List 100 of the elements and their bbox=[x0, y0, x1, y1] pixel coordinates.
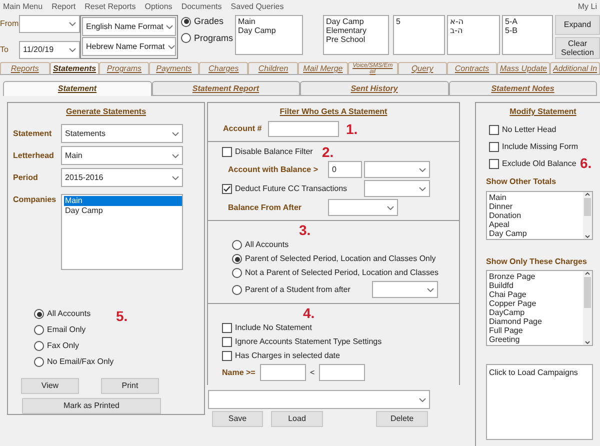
radio-label: Fax Only bbox=[47, 340, 80, 352]
field-label: Account # bbox=[223, 123, 263, 135]
section-title: Filter Who Gets A Statement bbox=[280, 106, 388, 118]
input-field[interactable]: 0 bbox=[328, 161, 362, 178]
menu-item[interactable]: Options bbox=[144, 1, 172, 13]
list-item[interactable]: Main bbox=[238, 17, 302, 26]
tab[interactable]: Reports bbox=[0, 62, 50, 74]
tab[interactable]: Statements bbox=[50, 62, 100, 74]
checkbox-label: Deduct Future CC Transactions bbox=[235, 182, 348, 194]
list-item[interactable]: Chai Page bbox=[489, 290, 583, 299]
checkbox-label: Include No Statement bbox=[235, 322, 312, 334]
campaigns-box[interactable]: Click to Load Campaigns bbox=[486, 364, 593, 440]
list-item[interactable]: Elementary bbox=[326, 26, 388, 35]
section-title: Modify Statement bbox=[510, 106, 576, 118]
radio-label: Parent of a Student from after bbox=[245, 284, 350, 296]
radio-label: Programs bbox=[194, 32, 234, 45]
list-item[interactable]: Day Camp bbox=[489, 229, 583, 238]
field-label: To bbox=[0, 44, 10, 56]
dropdown[interactable]: 2015-2016 bbox=[61, 168, 183, 187]
list-item[interactable]: Pre School bbox=[326, 35, 388, 44]
tab[interactable]: Mass Update bbox=[496, 62, 550, 74]
menu-item[interactable]: Report bbox=[52, 1, 76, 13]
checkbox-label: Has Charges in selected date bbox=[235, 350, 340, 362]
step-number: 1. bbox=[346, 122, 358, 136]
list-item[interactable]: DayCamp bbox=[489, 308, 583, 317]
list-item[interactable]: 5-A bbox=[505, 17, 552, 26]
step-number: 2. bbox=[322, 145, 334, 159]
tab[interactable]: Mail Merge bbox=[298, 62, 348, 74]
button[interactable]: View bbox=[21, 378, 79, 394]
tab[interactable]: Programs bbox=[99, 62, 150, 74]
expand-button[interactable]: Expand bbox=[555, 15, 600, 35]
list-item[interactable]: Donation bbox=[489, 211, 583, 220]
list-item[interactable]: 5-B bbox=[505, 26, 552, 35]
step-number: 3. bbox=[299, 223, 312, 237]
tab[interactable]: Children bbox=[248, 62, 298, 74]
field-label: Statement bbox=[12, 128, 53, 140]
list-item[interactable]: Day Camp bbox=[64, 206, 182, 216]
button[interactable]: Save bbox=[212, 411, 263, 427]
list-item[interactable]: Buildfd bbox=[489, 281, 583, 290]
list-item[interactable]: ה-ב bbox=[450, 26, 499, 35]
field-label: Name >= bbox=[222, 366, 256, 378]
list-item[interactable]: Full Page bbox=[489, 326, 583, 335]
button[interactable]: Load bbox=[271, 411, 323, 427]
menu-item[interactable]: Documents bbox=[181, 1, 222, 13]
dropdown[interactable]: Statements bbox=[61, 124, 183, 143]
tab[interactable]: Additional In bbox=[550, 62, 600, 74]
tab[interactable]: Sent History bbox=[300, 81, 448, 96]
list-item[interactable]: Main bbox=[489, 193, 583, 202]
tab[interactable]: Charges bbox=[198, 62, 248, 74]
button[interactable]: Mark as Printed bbox=[22, 398, 161, 414]
section-title: Generate Statements bbox=[66, 106, 146, 118]
tab[interactable]: Contracts bbox=[447, 62, 497, 74]
list-item[interactable]: Dinner bbox=[489, 202, 583, 211]
list-title: Show Only These Charges bbox=[486, 256, 588, 268]
dropdown[interactable]: 11/20/19 bbox=[19, 41, 80, 59]
button[interactable]: Print bbox=[101, 378, 159, 394]
field-label: From bbox=[0, 18, 19, 30]
radio-label: Email Only bbox=[47, 324, 86, 336]
button[interactable]: Delete bbox=[376, 411, 428, 427]
list-item[interactable]: Apeal bbox=[489, 220, 583, 229]
radio-label: Grades bbox=[194, 15, 224, 28]
checkbox-label: Include Missing Form bbox=[502, 141, 578, 153]
list-item[interactable]: ה-א bbox=[450, 17, 499, 26]
list-item[interactable]: Diamond Page bbox=[489, 317, 583, 326]
menu-item[interactable]: My Li bbox=[578, 1, 597, 13]
menu-item[interactable]: Saved Queries bbox=[230, 1, 284, 13]
list-item[interactable]: 5 bbox=[396, 17, 444, 26]
radio-label: All Accounts bbox=[245, 239, 289, 251]
step-number: 5. bbox=[116, 309, 128, 326]
dropdown[interactable]: English Name Format bbox=[82, 17, 176, 36]
radio-label: No Email/Fax Only bbox=[47, 356, 114, 368]
list-item[interactable]: Day Camp bbox=[326, 17, 388, 26]
tab[interactable]: Statement Report bbox=[152, 81, 300, 96]
separator-text: < bbox=[310, 366, 315, 378]
tab[interactable]: Statement bbox=[3, 81, 152, 96]
tab[interactable]: Statement Notes bbox=[448, 81, 597, 96]
checkbox-label: Disable Balance Filter bbox=[235, 146, 313, 158]
checkbox-label: No Letter Head bbox=[502, 124, 556, 136]
step-number: 4. bbox=[303, 306, 316, 320]
checkbox-label: Exclude Old Balance bbox=[502, 158, 576, 170]
list-item[interactable]: Bronze Page bbox=[489, 272, 583, 281]
tab[interactable]: Query bbox=[398, 62, 448, 74]
list-item[interactable]: Main bbox=[64, 196, 182, 206]
radio-label: Parent of Selected Period, Location and Classes Only bbox=[245, 253, 436, 265]
clear-selection-button[interactable]: Clear Selection bbox=[555, 37, 600, 59]
menu-item[interactable]: Main Menu bbox=[3, 1, 43, 13]
dropdown[interactable]: Main bbox=[61, 146, 183, 165]
dropdown[interactable]: Hebrew Name Format bbox=[82, 37, 176, 56]
menu-item[interactable]: Reset Reports bbox=[84, 1, 136, 13]
list-item[interactable]: Greeting bbox=[489, 335, 583, 344]
checkbox-label: Ignore Accounts Statement Type Settings bbox=[235, 336, 382, 348]
field-label: Companies bbox=[12, 194, 58, 206]
campaigns-text: Click to Load Campaigns bbox=[489, 368, 578, 377]
field-label: Account with Balance > bbox=[228, 164, 320, 176]
tab[interactable]: Payments bbox=[149, 62, 199, 74]
step-number: 6. bbox=[580, 156, 592, 170]
list-item[interactable]: Day Camp bbox=[238, 26, 302, 35]
field-label: Letterhead bbox=[12, 150, 55, 162]
field-label: Balance From After bbox=[228, 202, 302, 214]
list-item[interactable]: Copper Page bbox=[489, 299, 583, 308]
